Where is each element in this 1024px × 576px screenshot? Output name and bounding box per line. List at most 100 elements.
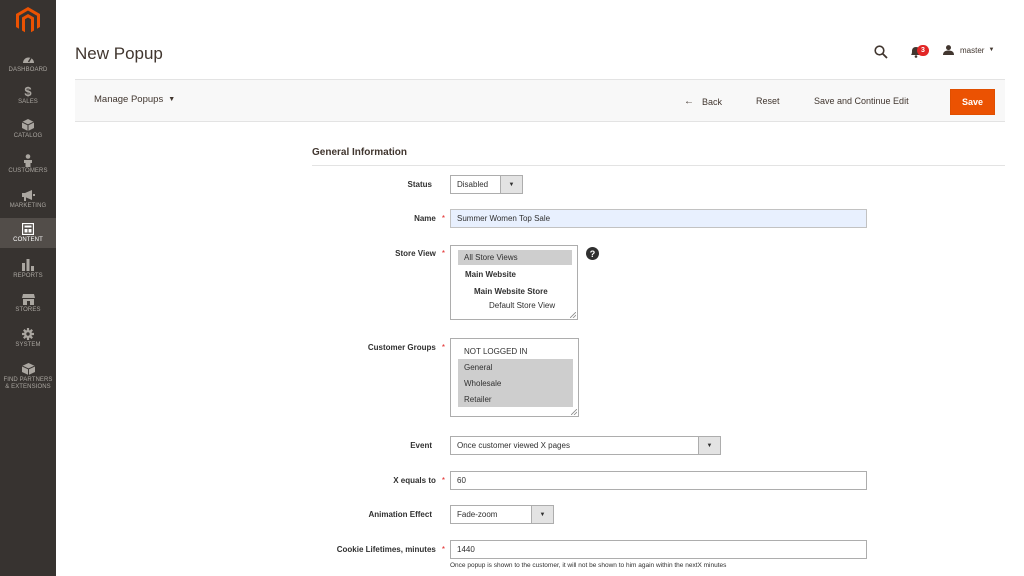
sidebar-item-label: REPORTS — [13, 273, 43, 279]
search-icon[interactable] — [874, 45, 888, 59]
user-name: master — [960, 45, 985, 55]
customer-groups-label-text: Customer Groups — [367, 343, 436, 352]
store-view-option[interactable]: Default Store View — [483, 297, 555, 313]
customer-group-option[interactable]: Retailer — [458, 391, 573, 407]
event-label: Event — [232, 441, 432, 450]
user-menu[interactable]: master ▼ — [943, 45, 994, 55]
arrow-left-icon: ← — [684, 96, 694, 107]
animation-effect-label-text: Animation Effect — [368, 510, 432, 519]
animation-effect-select[interactable]: Fade-zoom ▼ — [450, 505, 554, 524]
sidebar-item-label: MARKETING — [9, 203, 47, 209]
sidebar-item-customers[interactable]: CUSTOMERS — [0, 151, 56, 185]
help-icon[interactable]: ? — [586, 247, 599, 260]
x-equals-input[interactable]: 60 — [450, 471, 867, 490]
customer-groups-multiselect[interactable]: NOT LOGGED IN General Wholesale Retailer — [450, 338, 579, 417]
megaphone-icon — [21, 188, 35, 202]
sidebar-item-stores[interactable]: STORES — [0, 290, 56, 324]
event-label-text: Event — [410, 441, 432, 450]
layout-icon — [21, 222, 35, 236]
status-value: Disabled — [457, 180, 489, 189]
section-title: General Information — [312, 147, 408, 158]
animation-effect-value: Fade-zoom — [457, 510, 498, 519]
dashboard-icon — [21, 52, 35, 66]
cookie-lifetimes-note: Once popup is shown to the customer, it … — [450, 562, 727, 569]
chevron-down-icon: ▼ — [531, 506, 553, 523]
status-select[interactable]: Disabled ▼ — [450, 175, 523, 194]
name-label-text: Name — [414, 214, 436, 223]
store-view-multiselect[interactable]: All Store Views Main Website Main Websit… — [450, 245, 578, 320]
sidebar-item-label: SYSTEM — [15, 342, 41, 348]
required-mark: * — [441, 343, 445, 352]
gear-icon — [21, 327, 35, 341]
sidebar-item-label: SALES — [18, 99, 38, 105]
name-input[interactable]: Summer Women Top Sale — [450, 209, 867, 228]
x-equals-label: X equals to * — [245, 476, 445, 485]
sidebar-item-label: DASHBOARD — [8, 67, 48, 73]
box-icon — [21, 362, 35, 376]
cookie-lifetimes-value: 1440 — [457, 545, 475, 554]
save-and-continue-button[interactable]: Save and Continue Edit — [814, 96, 909, 106]
page-title: New Popup — [75, 44, 163, 63]
resize-handle-icon[interactable] — [571, 409, 577, 415]
admin-sidebar: DASHBOARD $ SALES CATALOG CUSTOMERS MARK… — [0, 0, 56, 576]
notification-badge[interactable]: 3 — [917, 45, 929, 56]
cookie-lifetimes-label-text: Cookie Lifetimes, minutes — [336, 545, 436, 554]
sidebar-item-sales[interactable]: $ SALES — [0, 82, 56, 116]
sidebar-item-marketing[interactable]: MARKETING — [0, 186, 56, 220]
event-value: Once customer viewed X pages — [457, 441, 570, 450]
cookie-lifetimes-input[interactable]: 1440 — [450, 540, 867, 559]
required-mark: * — [441, 249, 445, 258]
chevron-down-icon: ▼ — [698, 437, 720, 454]
magento-logo-icon[interactable] — [16, 7, 40, 33]
person-icon — [21, 153, 35, 167]
section-divider — [312, 165, 1005, 166]
cookie-lifetimes-label: Cookie Lifetimes, minutes * — [245, 545, 445, 554]
chevron-down-icon: ▼ — [500, 176, 522, 193]
storefront-icon — [21, 292, 35, 306]
back-label: Back — [702, 96, 723, 107]
resize-handle-icon[interactable] — [570, 312, 576, 318]
save-button[interactable]: Save — [950, 89, 995, 115]
back-button[interactable]: ← Back — [684, 96, 722, 107]
store-view-label: Store View * — [245, 249, 445, 258]
name-value: Summer Women Top Sale — [457, 214, 551, 223]
sidebar-item-label: CATALOG — [13, 133, 43, 139]
store-view-option[interactable]: Main Website — [459, 266, 516, 282]
status-label: Status — [232, 180, 432, 189]
store-view-option[interactable]: All Store Views — [458, 250, 572, 265]
customer-groups-label: Customer Groups * — [245, 343, 445, 352]
user-icon — [943, 45, 954, 55]
sidebar-item-label-line2: & EXTENSIONS — [5, 384, 51, 390]
sidebar-item-label: STORES — [15, 307, 41, 313]
sidebar-item-content[interactable]: CONTENT — [0, 218, 56, 248]
required-mark: * — [441, 545, 445, 554]
sidebar-item-dashboard[interactable]: DASHBOARD — [0, 50, 56, 84]
sidebar-item-system[interactable]: SYSTEM — [0, 325, 56, 359]
status-label-text: Status — [407, 180, 432, 189]
reset-button[interactable]: Reset — [756, 96, 780, 106]
manage-popups-label: Manage Popups — [94, 94, 164, 105]
x-equals-label-text: X equals to — [393, 476, 436, 485]
sidebar-item-catalog[interactable]: CATALOG — [0, 116, 56, 150]
cube-icon — [21, 118, 35, 132]
animation-effect-label: Animation Effect — [232, 510, 432, 519]
page-actions-bar: Manage Popups ▼ ← Back Reset Save and Co… — [75, 79, 1005, 122]
chevron-down-icon: ▼ — [988, 47, 995, 53]
sidebar-item-label: CONTENT — [13, 237, 43, 243]
event-select[interactable]: Once customer viewed X pages ▼ — [450, 436, 721, 455]
chevron-down-icon: ▼ — [168, 96, 176, 103]
dollar-icon: $ — [24, 83, 32, 99]
sidebar-item-reports[interactable]: REPORTS — [0, 256, 56, 290]
required-mark: * — [441, 214, 445, 223]
sidebar-item-label: CUSTOMERS — [8, 168, 48, 174]
customer-group-option[interactable]: NOT LOGGED IN — [458, 343, 573, 359]
bar-chart-icon — [21, 258, 35, 272]
sidebar-item-find-partners[interactable]: FIND PARTNERS & EXTENSIONS — [0, 360, 56, 396]
x-equals-value: 60 — [457, 476, 466, 485]
name-label: Name * — [245, 214, 445, 223]
customer-group-option[interactable]: General — [458, 359, 573, 375]
manage-popups-dropdown[interactable]: Manage Popups ▼ — [94, 94, 175, 105]
required-mark: * — [441, 476, 445, 485]
sidebar-item-label: FIND PARTNERS — [3, 377, 53, 383]
customer-group-option[interactable]: Wholesale — [458, 375, 573, 391]
